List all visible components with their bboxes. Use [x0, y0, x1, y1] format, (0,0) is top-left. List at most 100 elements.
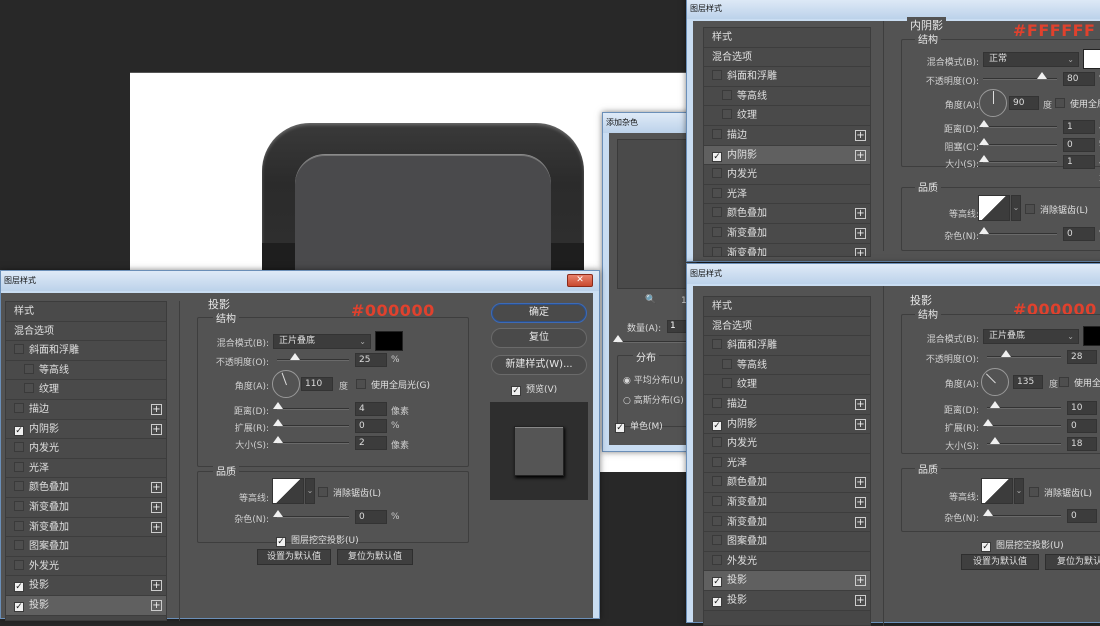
spread-slider[interactable]	[983, 419, 1061, 427]
reset-button[interactable]: 复位	[491, 328, 587, 348]
style-list-item[interactable]: 斜面和浮雕	[704, 336, 870, 356]
opacity-input[interactable]: 25	[355, 353, 387, 367]
distance-input[interactable]: 10	[1067, 401, 1097, 415]
checkbox[interactable]: ✓	[14, 601, 24, 612]
shadow-color-swatch[interactable]	[1083, 326, 1100, 346]
checkbox[interactable]	[722, 109, 732, 120]
checkbox[interactable]	[712, 456, 722, 467]
choke-input[interactable]: 0	[1063, 138, 1095, 152]
global-light-checkbox[interactable]: 使用全局光(G)	[1055, 97, 1100, 110]
angle-dial[interactable]	[981, 368, 1009, 396]
set-default-button[interactable]: 设置为默认值	[257, 549, 331, 565]
checkbox[interactable]: ✓	[712, 577, 722, 588]
style-list-item[interactable]: 内发光	[704, 434, 870, 454]
style-list-item[interactable]: 描边 +	[6, 399, 166, 420]
add-icon[interactable]: +	[855, 247, 866, 256]
checkbox[interactable]	[712, 515, 722, 526]
checkbox[interactable]	[712, 187, 722, 198]
style-list-item[interactable]: 外发光	[704, 551, 870, 572]
style-list-item[interactable]: 图案叠加	[704, 532, 870, 552]
opacity-slider[interactable]	[983, 72, 1057, 80]
spread-input[interactable]: 0	[1067, 419, 1097, 433]
style-list-item[interactable]: 外发光	[6, 556, 166, 577]
checkbox[interactable]	[14, 461, 24, 472]
size-input[interactable]: 18	[1067, 437, 1097, 451]
style-list-item[interactable]: 斜面和浮雕	[704, 67, 870, 87]
checkbox[interactable]	[722, 89, 732, 100]
distance-slider[interactable]	[273, 402, 349, 410]
antialias-checkbox[interactable]: 消除锯齿(L)	[318, 486, 381, 499]
checkbox[interactable]	[14, 540, 24, 551]
style-list-item[interactable]: 等高线	[6, 360, 166, 381]
opacity-slider[interactable]	[277, 353, 349, 361]
size-slider[interactable]	[979, 155, 1057, 163]
style-list-item[interactable]: ✓ 内阴影 +	[6, 419, 166, 440]
add-icon[interactable]: +	[151, 482, 162, 494]
style-list-item[interactable]: 描边 +	[704, 125, 870, 146]
contour-picker[interactable]	[272, 478, 304, 504]
angle-input[interactable]: 110	[301, 377, 333, 391]
style-list-item[interactable]: 内发光	[6, 439, 166, 459]
style-list-item[interactable]: ✓ 投影 +	[6, 576, 166, 596]
set-default-button[interactable]: 设置为默认值	[961, 554, 1039, 570]
style-list-item[interactable]: ✓ 内阴影 +	[704, 145, 870, 166]
spread-input[interactable]: 0	[355, 419, 387, 433]
style-list-item[interactable]: 混合选项	[6, 321, 166, 342]
checkbox[interactable]	[712, 168, 722, 179]
style-list-item[interactable]: ✓ 投影 +	[704, 590, 870, 611]
style-list-item[interactable]: 渐变叠加 +	[704, 223, 870, 244]
angle-input[interactable]: 90	[1009, 96, 1039, 110]
checkbox[interactable]	[712, 226, 722, 237]
checkbox[interactable]	[24, 363, 34, 374]
checkbox[interactable]	[712, 128, 722, 139]
knockout-checkbox[interactable]: ✓ 图层挖空投影(U)	[981, 538, 1064, 552]
checkbox[interactable]: ✓	[14, 425, 24, 436]
mono-checkbox[interactable]: ✓ 单色(M)	[615, 419, 663, 433]
style-list-item[interactable]: 纹理	[6, 380, 166, 400]
style-list-item[interactable]: 图案叠加	[6, 537, 166, 557]
checkbox[interactable]	[712, 495, 722, 506]
style-list-item[interactable]: 混合选项	[704, 47, 870, 68]
preview-checkbox[interactable]: ✓ 预览(V)	[511, 382, 557, 396]
angle-dial[interactable]	[979, 89, 1007, 117]
size-input[interactable]: 2	[355, 436, 387, 450]
checkbox[interactable]	[712, 246, 722, 256]
add-icon[interactable]: +	[151, 521, 162, 533]
style-list-item[interactable]: 颜色叠加 +	[6, 478, 166, 498]
checkbox[interactable]	[14, 402, 24, 413]
checkbox[interactable]	[712, 535, 722, 546]
checkbox[interactable]	[14, 481, 24, 492]
shadow-color-swatch[interactable]	[1083, 49, 1100, 69]
blend-mode-select[interactable]: 正片叠底 ⌄	[983, 329, 1079, 344]
add-icon[interactable]: +	[151, 599, 162, 611]
checkbox[interactable]	[712, 207, 722, 218]
antialias-checkbox[interactable]: 消除锯齿(L)	[1029, 486, 1092, 499]
noise-slider[interactable]	[273, 510, 349, 518]
new-style-button[interactable]: 新建样式(W)...	[491, 355, 587, 375]
add-icon[interactable]: +	[855, 398, 866, 410]
blend-mode-select[interactable]: 正片叠底 ⌄	[273, 334, 371, 349]
checkbox[interactable]	[14, 442, 24, 453]
noise-input[interactable]: 0	[1067, 509, 1097, 523]
add-icon[interactable]: +	[855, 418, 866, 430]
checkbox[interactable]	[14, 500, 24, 511]
style-list-item[interactable]: 纹理	[704, 375, 870, 395]
add-icon[interactable]: +	[855, 149, 866, 161]
global-light-checkbox[interactable]: 使用全局光(G)	[1059, 376, 1100, 389]
checkbox[interactable]: ✓	[712, 151, 722, 162]
checkbox[interactable]	[712, 476, 722, 487]
style-list-item[interactable]: 内发光	[704, 165, 870, 185]
checkbox[interactable]	[722, 378, 732, 389]
antialias-checkbox[interactable]: 消除锯齿(L)	[1025, 203, 1088, 216]
checkbox[interactable]	[712, 437, 722, 448]
chevron-down-icon[interactable]: ⌄	[1014, 478, 1024, 504]
add-icon[interactable]: +	[151, 403, 162, 415]
add-icon[interactable]: +	[151, 580, 162, 592]
add-icon[interactable]: +	[855, 208, 866, 220]
noise-slider[interactable]	[983, 509, 1061, 517]
noise-input[interactable]: 0	[355, 510, 387, 524]
style-list-item[interactable]: 光泽	[704, 453, 870, 474]
style-list-item[interactable]: 样式	[704, 297, 870, 317]
knockout-checkbox[interactable]: ✓ 图层挖空投影(U)	[276, 533, 359, 547]
style-list-item[interactable]: 颜色叠加 +	[704, 204, 870, 224]
